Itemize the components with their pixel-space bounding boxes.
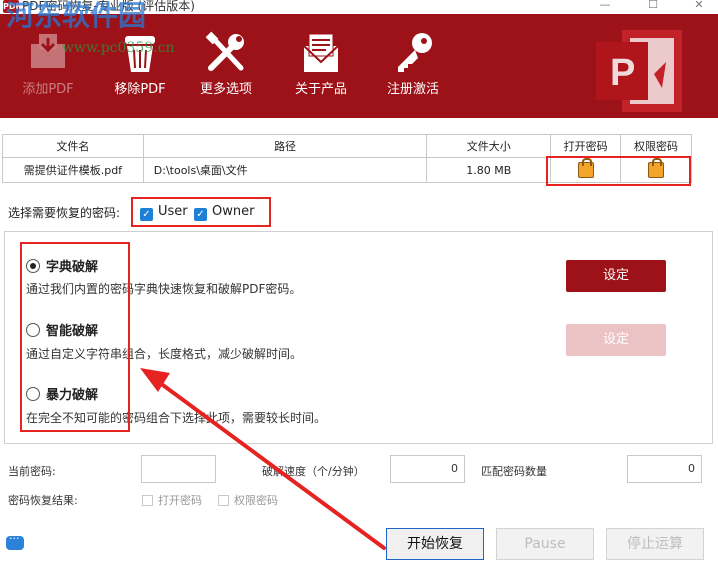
remove-pdf-label: 移除PDF [114,82,166,97]
register-button[interactable]: 注册激活 [373,20,453,112]
svg-text:P: P [610,52,635,94]
col-header-permission-password: 权限密码 [620,134,692,158]
add-pdf-button[interactable]: 添加PDF [8,20,88,112]
window-title: PDF密码恢复-专业版 (评估版本) [22,0,195,13]
table-header-row: 文件名 路径 文件大小 打开密码 权限密码 [2,134,692,158]
toolbar: 添加PDF 移除PDF 更多选项 关于产品 注册激活 P [0,14,718,118]
close-button[interactable]: ✕ [684,0,714,13]
col-header-filename: 文件名 [2,134,144,158]
speed-field: 0 [390,455,465,483]
minimize-button[interactable]: — [590,0,620,13]
file-name-cell: 需提供证件模板.pdf [2,157,144,183]
file-size-cell: 1.80 MB [426,157,552,183]
match-count-label: 匹配密码数量 [481,465,547,478]
envelope-icon [303,33,339,72]
result-open-password-checkbox[interactable]: 打开密码 [142,492,202,508]
chat-bubble-icon[interactable] [6,532,24,550]
col-header-path: 路径 [142,134,428,158]
match-count-field: 0 [627,455,702,483]
powerpoint-logo-icon: P [596,30,682,112]
add-pdf-label: 添加PDF [22,82,74,97]
start-recovery-button[interactable]: 开始恢复 [386,528,484,560]
pause-button[interactable]: Pause [496,528,594,560]
result-permission-password-checkbox[interactable]: 权限密码 [218,492,278,508]
current-password-field [141,455,216,483]
smart-settings-button[interactable]: 设定 [566,324,666,356]
file-path-cell: D:\tools\桌面\文件 [142,157,428,183]
lock-columns-highlight [546,156,691,186]
folder-add-icon [31,34,65,68]
app-pdf-icon: PDF [3,0,21,13]
about-product-button[interactable]: 关于产品 [281,20,361,112]
password-type-label: 选择需要恢复的密码: [8,206,121,220]
more-options-label: 更多选项 [199,82,252,97]
more-options-button[interactable]: 更多选项 [186,20,266,112]
stop-button[interactable]: 停止运算 [606,528,704,560]
speed-label: 破解速度（个/分钟） [262,465,365,478]
methods-highlight [20,242,130,432]
key-icon [398,33,432,72]
title-bar: PDF PDF密码恢复-专业版 (评估版本) — ☐ ✕ [0,0,718,14]
col-header-size: 文件大小 [426,134,552,158]
tools-icon [205,31,244,71]
result-open-label: 打开密码 [158,494,202,507]
current-password-label: 当前密码: [8,465,56,478]
about-product-label: 关于产品 [294,82,347,97]
register-label: 注册激活 [386,82,439,97]
maximize-button[interactable]: ☐ [638,0,668,13]
checkbox-icon [142,495,153,506]
checkbox-icon [218,495,229,506]
dictionary-settings-button[interactable]: 设定 [566,260,666,292]
trash-icon [125,36,155,72]
result-label: 密码恢复结果: [8,494,78,507]
result-perm-label: 权限密码 [234,494,278,507]
checkbox-highlight [131,197,271,227]
col-header-open-password: 打开密码 [550,134,622,158]
remove-pdf-button[interactable]: 移除PDF [100,20,180,112]
